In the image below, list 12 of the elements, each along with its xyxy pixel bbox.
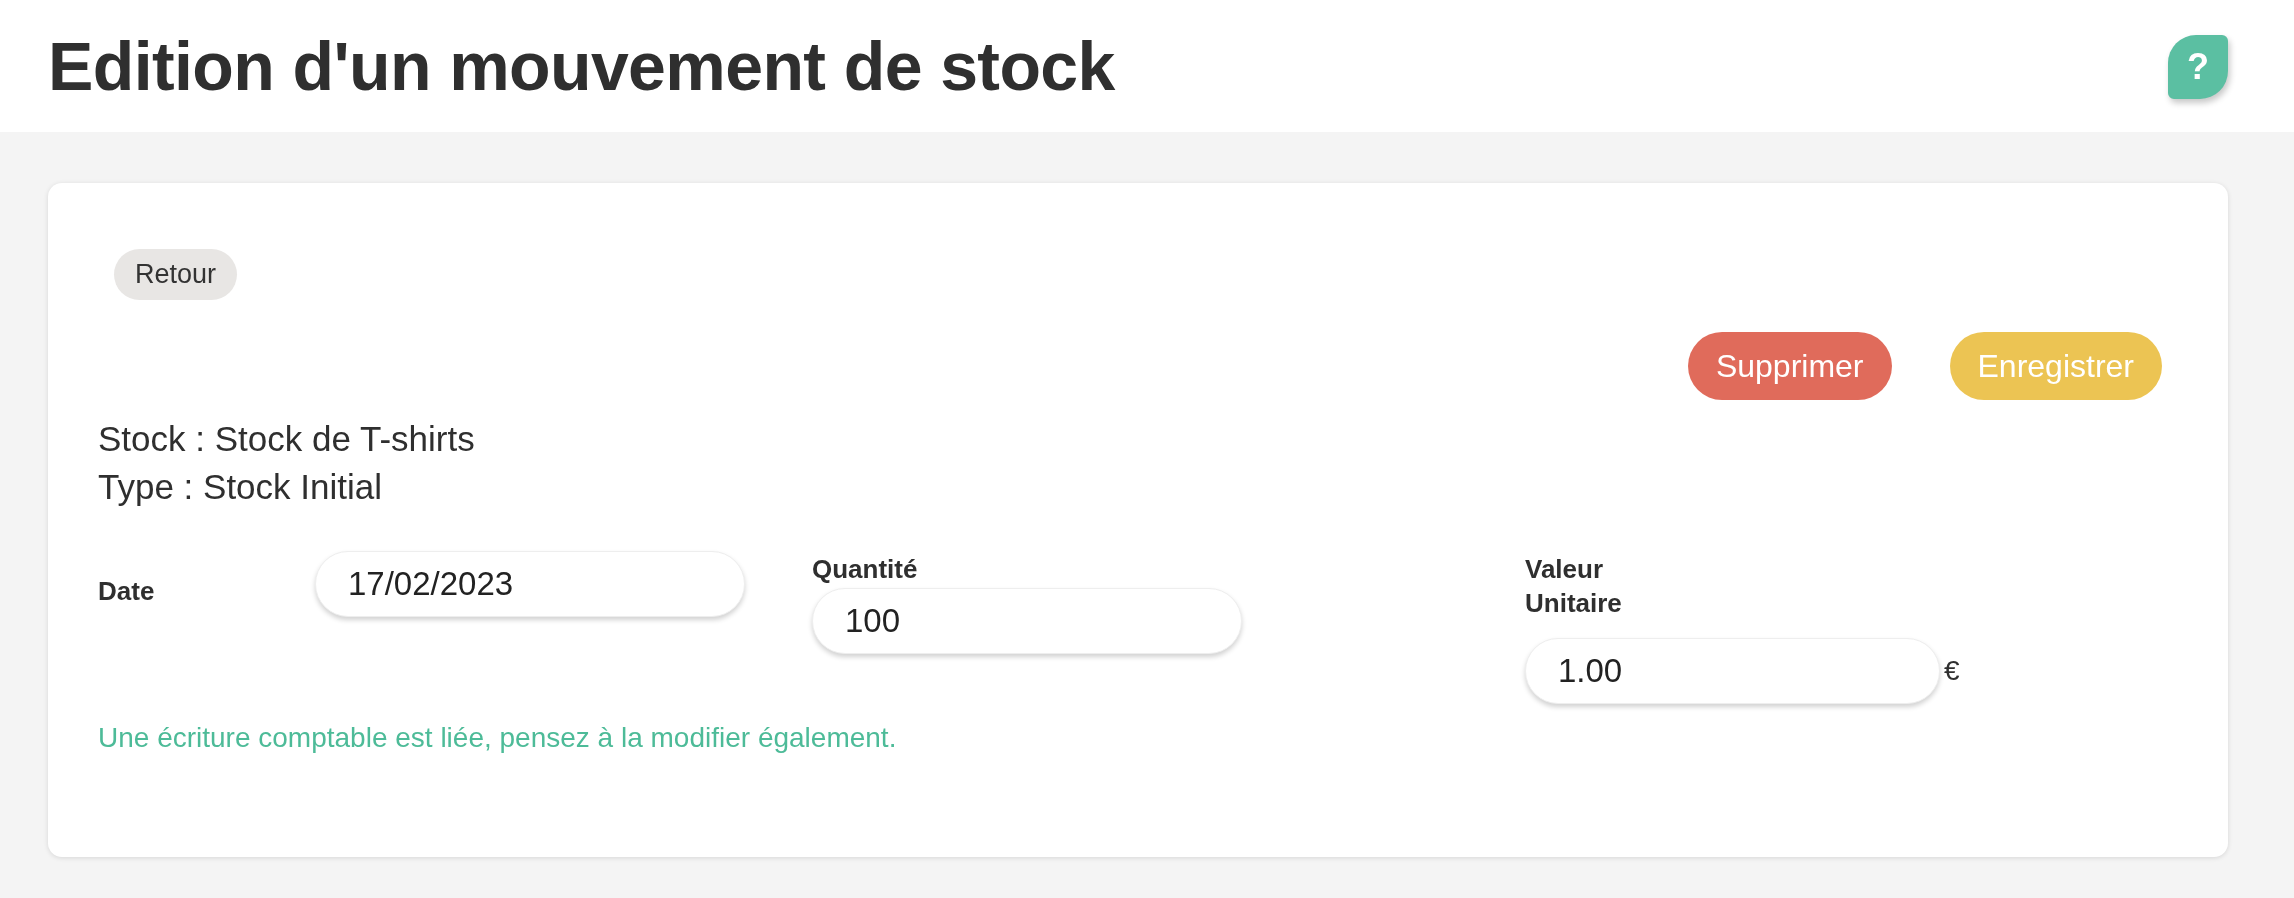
field-label: Date	[98, 575, 156, 608]
currency-unit: €	[1944, 655, 1960, 687]
page-title: Edition d'un mouvement de stock	[48, 27, 1115, 106]
field-label: Valeur Unitaire	[1525, 553, 1623, 620]
input-field[interactable]: 17/02/2023	[315, 551, 745, 617]
input-field[interactable]: 1.00	[1525, 638, 1940, 704]
info-text: Type : Stock Initial	[98, 466, 384, 508]
field-label: Quantité	[812, 553, 919, 586]
info-text: Stock : Stock de T-shirts	[98, 418, 476, 460]
input-field[interactable]: 100	[812, 588, 1242, 654]
back-button[interactable]: Retour	[114, 249, 238, 300]
info-note: Une écriture comptable est liée, pensez à la modifier également.	[98, 721, 898, 755]
